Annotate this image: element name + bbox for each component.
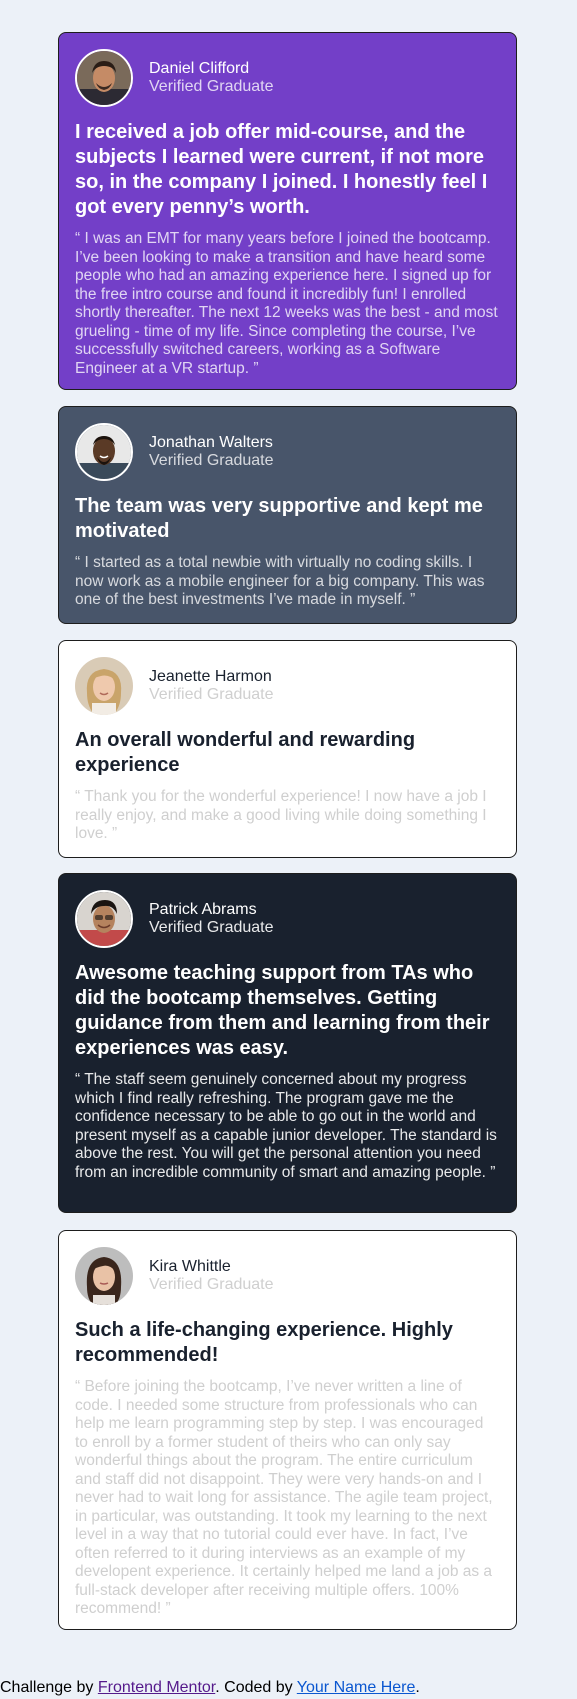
- attribution-middle: . Coded by: [215, 1679, 297, 1696]
- author-role: Verified Graduate: [149, 686, 274, 703]
- frontend-mentor-link[interactable]: Frontend Mentor: [98, 1679, 215, 1696]
- testimonial-quote: “ I started as a total newbie with virtu…: [75, 554, 485, 608]
- testimonial-headline: Awesome teaching support from TAs who di…: [75, 962, 490, 1059]
- author-name: Jonathan Walters: [149, 434, 273, 451]
- avatar-daniel-clifford-icon: [75, 49, 133, 107]
- testimonial-card-jeanette-harmon: Jeanette Harmon Verified Graduate An ove…: [58, 640, 517, 858]
- testimonial-headline: An overall wonderful and rewarding exper…: [75, 729, 416, 776]
- author-meta: Jeanette Harmon Verified Graduate: [149, 668, 274, 704]
- author-meta: Kira Whittle Verified Graduate: [149, 1258, 274, 1294]
- card-header: Daniel Clifford Verified Graduate: [75, 49, 500, 107]
- testimonial-headline: Such a life-changing experience. Highly …: [75, 1319, 453, 1366]
- avatar-jeanette-harmon-icon: [75, 657, 133, 715]
- testimonial-card-kira-whittle: Kira Whittle Verified Graduate Such a li…: [58, 1230, 517, 1630]
- testimonial-card-patrick-abrams: Patrick Abrams Verified Graduate Awesome…: [58, 873, 517, 1213]
- testimonial-quote: “ The staff seem genuinely concerned abo…: [75, 1071, 497, 1181]
- author-meta: Daniel Clifford Verified Graduate: [149, 60, 274, 96]
- author-name: Jeanette Harmon: [149, 668, 272, 685]
- testimonial-headline: I received a job offer mid-course, and t…: [75, 121, 488, 218]
- testimonial-card-daniel-clifford: Daniel Clifford Verified Graduate I rece…: [58, 32, 517, 390]
- author-name: Kira Whittle: [149, 1258, 231, 1275]
- card-header: Patrick Abrams Verified Graduate: [75, 890, 500, 948]
- card-header: Jonathan Walters Verified Graduate: [75, 423, 500, 481]
- author-role: Verified Graduate: [149, 1276, 274, 1293]
- avatar-jonathan-walters-icon: [75, 423, 133, 481]
- testimonial-quote: “ Thank you for the wonderful experience…: [75, 788, 487, 842]
- author-meta: Jonathan Walters Verified Graduate: [149, 434, 274, 470]
- attribution: Challenge by Frontend Mentor. Coded by Y…: [0, 1678, 420, 1698]
- testimonial-headline: The team was very supportive and kept me…: [75, 495, 483, 542]
- author-role: Verified Graduate: [149, 78, 274, 95]
- author-name: Patrick Abrams: [149, 901, 257, 918]
- testimonial-card-jonathan-walters: Jonathan Walters Verified Graduate The t…: [58, 406, 517, 624]
- avatar-patrick-abrams-icon: [75, 890, 133, 948]
- card-header: Kira Whittle Verified Graduate: [75, 1247, 500, 1305]
- author-meta: Patrick Abrams Verified Graduate: [149, 901, 274, 937]
- attribution-suffix: .: [415, 1679, 420, 1696]
- author-name: Daniel Clifford: [149, 60, 250, 77]
- attribution-prefix: Challenge by: [0, 1679, 98, 1696]
- author-role: Verified Graduate: [149, 452, 274, 469]
- testimonial-quote: “ Before joining the bootcamp, I’ve neve…: [75, 1378, 493, 1617]
- your-name-link[interactable]: Your Name Here: [297, 1679, 416, 1696]
- card-header: Jeanette Harmon Verified Graduate: [75, 657, 500, 715]
- avatar-kira-whittle-icon: [75, 1247, 133, 1305]
- author-role: Verified Graduate: [149, 919, 274, 936]
- testimonial-quote: “ I was an EMT for many years before I j…: [75, 230, 498, 377]
